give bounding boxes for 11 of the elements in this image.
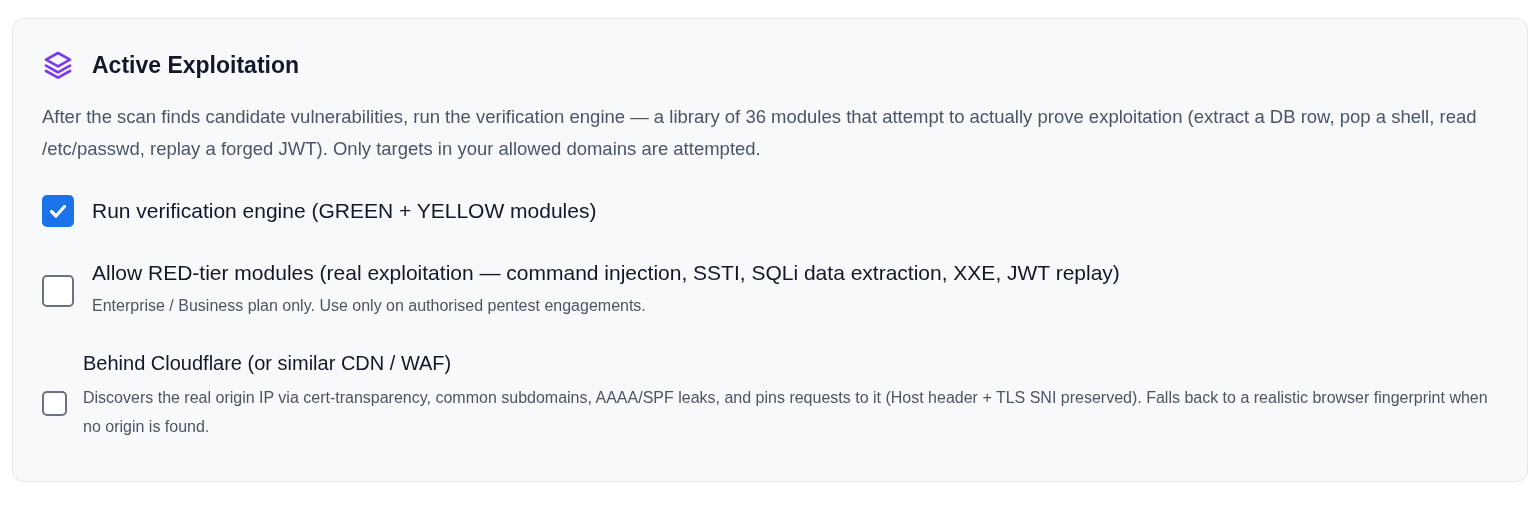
option-hint: Discovers the real origin IP via cert-transparency, common subdomains, AAAA/SPF leaks, and pins requests to it (Host header + TLS SNI preserved). Falls back to a realistic browser fingerprint when no origin is found. [83,388,1489,437]
layers-icon [42,49,74,81]
option-label[interactable]: Run verification engine (GREEN + YELLOW modules) [92,199,597,223]
option-label[interactable]: Allow RED-tier modules (real exploitation — command injection, SSTI, SQLi data extraction, XXE, JWT replay) [92,261,1120,285]
checkbox[interactable] [42,195,74,227]
section-description: After the scan finds candidate vulnerabilities, run the verification engine — a library of 36 modules that attempt to actually prove exploitation (extract a DB row, pop a shell, read /etc/passwd, replay a forged JWT). Only targets in your allowed domains are attempted. [42,105,1478,161]
checkbox[interactable] [42,391,67,416]
section-title: Active Exploitation [92,51,300,79]
checkbox[interactable] [42,274,74,307]
option-label[interactable]: Behind Cloudflare (or similar CDN / WAF) [83,352,1497,375]
option-hint: Enterprise / Business plan only. Use only on authorised pentest engagements. [92,296,647,316]
